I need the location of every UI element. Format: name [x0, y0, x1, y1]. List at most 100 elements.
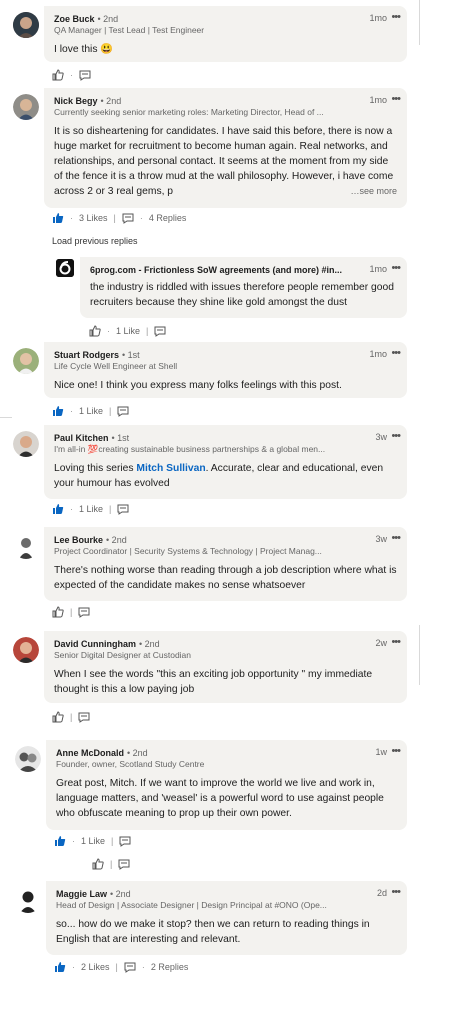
- like-icon[interactable]: [52, 711, 64, 723]
- likes-count[interactable]: 3 Likes: [79, 213, 108, 223]
- replies-count[interactable]: 4 Replies: [149, 213, 187, 223]
- like-icon[interactable]: [52, 606, 64, 618]
- comment-time: 1mo: [369, 13, 387, 23]
- reply-icon[interactable]: [117, 503, 129, 515]
- comment-text: so... how do we make it stop? then we ca…: [56, 919, 370, 945]
- reply-icon[interactable]: [154, 325, 166, 337]
- comment-time: 1mo: [369, 264, 387, 274]
- commenter-headline: QA Manager | Test Lead | Test Engineer: [54, 25, 205, 35]
- commenter-name[interactable]: Lee Bourke: [54, 534, 103, 546]
- reply-icon[interactable]: [122, 212, 134, 224]
- connection-degree: • 2nd: [127, 748, 148, 758]
- commenter-name[interactable]: Zoe Buck: [54, 13, 95, 25]
- more-options-icon[interactable]: •••: [391, 636, 401, 648]
- thread-line: [419, 0, 420, 45]
- avatar[interactable]: [13, 94, 39, 120]
- more-options-icon[interactable]: •••: [391, 262, 401, 274]
- reply-icon[interactable]: [118, 858, 130, 870]
- like-filled-icon[interactable]: [54, 961, 66, 973]
- comment-time: 1mo: [369, 95, 387, 105]
- reply-icon[interactable]: [119, 835, 131, 847]
- thread-line: [419, 625, 420, 685]
- like-filled-icon[interactable]: [52, 405, 64, 417]
- comment-actions: · 1 Like |: [54, 835, 131, 847]
- reply-icon[interactable]: [78, 606, 90, 618]
- load-previous-replies[interactable]: Load previous replies: [52, 236, 138, 246]
- comment-time: 2d: [376, 888, 387, 898]
- comment-time: 3w: [375, 534, 387, 544]
- connection-degree: • 2nd: [110, 889, 131, 899]
- avatar[interactable]: [13, 533, 39, 559]
- reply-icon[interactable]: [117, 405, 129, 417]
- connection-degree: • 2nd: [139, 639, 160, 649]
- like-icon[interactable]: [89, 325, 101, 337]
- commenter-name[interactable]: Maggie Law: [56, 888, 107, 900]
- separator: |: [113, 213, 116, 223]
- comment-bubble: Paul Kitchen • 1st I'm all-in 💯creating s…: [44, 425, 407, 499]
- connection-degree: • 2nd: [97, 14, 119, 24]
- comment-text: Loving this series Mitch Sullivan. Accur…: [54, 461, 397, 491]
- more-options-icon[interactable]: •••: [391, 430, 401, 442]
- commenter-name[interactable]: Stuart Rodgers: [54, 349, 119, 361]
- avatar[interactable]: [15, 887, 41, 913]
- likes-count[interactable]: 1 Like: [116, 326, 140, 336]
- comment-time: 1mo: [369, 349, 387, 359]
- commenter-headline: Head of Design | Associate Designer | De…: [56, 900, 327, 910]
- comment-text: It is so disheartening for candidates. I…: [54, 124, 397, 199]
- separator: |: [109, 504, 112, 514]
- commenter-name[interactable]: 6prog.com - Frictionless SoW agreements …: [90, 264, 342, 276]
- separator: |: [146, 326, 149, 336]
- separator: ·: [72, 836, 75, 846]
- more-options-icon[interactable]: •••: [391, 347, 401, 359]
- avatar[interactable]: [13, 12, 39, 38]
- comment-text-pre: Loving this series: [54, 463, 137, 474]
- avatar[interactable]: [56, 259, 74, 277]
- comment-bubble: Zoe Buck • 2nd QA Manager | Test Lead | T…: [44, 6, 407, 62]
- like-filled-icon[interactable]: [54, 835, 66, 847]
- more-options-icon[interactable]: •••: [391, 886, 401, 898]
- likes-count[interactable]: 1 Like: [79, 504, 103, 514]
- commenter-headline: I'm all-in 💯creating sustainable busines…: [54, 444, 326, 454]
- likes-count[interactable]: 1 Like: [79, 406, 103, 416]
- avatar[interactable]: [15, 746, 41, 772]
- separator: |: [109, 406, 112, 416]
- reply-actions: · 1 Like |: [89, 325, 166, 337]
- more-options-icon[interactable]: •••: [391, 745, 401, 757]
- like-icon[interactable]: [52, 69, 64, 81]
- more-options-icon[interactable]: •••: [391, 93, 401, 105]
- comment-actions: · 2 Likes | · 2 Replies: [54, 961, 188, 973]
- like-filled-icon[interactable]: [52, 212, 64, 224]
- commenter-name[interactable]: Anne McDonald: [56, 747, 124, 759]
- like-filled-icon[interactable]: [52, 503, 64, 515]
- reply-icon[interactable]: [78, 711, 90, 723]
- connection-degree: • 2nd: [100, 96, 122, 106]
- comment-bubble: Nick Begy • 2nd Currently seeking senior …: [44, 88, 407, 208]
- commenter-name[interactable]: Paul Kitchen: [54, 432, 109, 444]
- see-more-link[interactable]: …see more: [347, 184, 397, 199]
- separator: ·: [70, 406, 73, 416]
- likes-count[interactable]: 2 Likes: [81, 962, 110, 972]
- comment-text-content: It is so disheartening for candidates. I…: [54, 126, 394, 197]
- replies-count[interactable]: 2 Replies: [151, 962, 189, 972]
- connection-degree: • 2nd: [106, 535, 127, 545]
- reply-icon[interactable]: [79, 69, 91, 81]
- comment-bubble: Anne McDonald • 2nd Founder, owner, Scotl…: [46, 740, 407, 830]
- likes-count[interactable]: 1 Like: [81, 836, 105, 846]
- avatar[interactable]: [13, 431, 39, 457]
- comment-time: 1w: [375, 747, 387, 757]
- avatar[interactable]: [13, 637, 39, 663]
- reply-icon[interactable]: [124, 961, 136, 973]
- commenter-name[interactable]: Nick Begy: [54, 95, 98, 107]
- like-icon[interactable]: [92, 858, 104, 870]
- commenter-name[interactable]: David Cunningham: [54, 638, 136, 650]
- separator: ·: [72, 962, 75, 972]
- separator: ·: [139, 213, 143, 223]
- more-options-icon[interactable]: •••: [391, 11, 401, 23]
- mention-link[interactable]: Mitch Sullivan: [136, 463, 205, 474]
- separator: ·: [70, 504, 73, 514]
- avatar[interactable]: [13, 348, 39, 374]
- comment-text: the industry is riddled with issues ther…: [90, 282, 394, 308]
- comment-actions: ·: [52, 69, 91, 81]
- more-options-icon[interactable]: •••: [391, 532, 401, 544]
- commenter-headline: Project Coordinator | Security Systems &…: [54, 546, 322, 556]
